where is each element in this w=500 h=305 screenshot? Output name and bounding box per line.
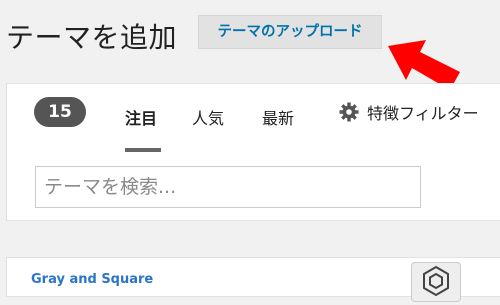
feature-filter-label: 特徴フィルター (367, 104, 479, 123)
theme-count-badge: 15 (34, 97, 86, 127)
tab-popular[interactable]: 人気 (192, 105, 224, 129)
theme-search-input[interactable]: テーマを検索... (35, 166, 421, 208)
active-tab-indicator (125, 148, 161, 152)
tab-featured[interactable]: 注目 (125, 105, 157, 129)
theme-card[interactable]: Gray and Square (6, 257, 500, 302)
theme-card-title[interactable]: Gray and Square (31, 272, 153, 287)
gray-square-logo-icon (423, 265, 449, 297)
gear-icon (339, 102, 359, 122)
upload-theme-button[interactable]: テーマのアップロード (198, 15, 382, 49)
theme-filter-panel: 15 注目 人気 最新 特徴フィルター テーマを検索... (6, 83, 500, 221)
tab-latest[interactable]: 最新 (262, 105, 294, 129)
feature-filter-button[interactable]: 特徴フィルター (339, 100, 479, 124)
theme-thumbnail-icon (411, 262, 461, 302)
page-title: テーマを追加 (6, 21, 178, 54)
